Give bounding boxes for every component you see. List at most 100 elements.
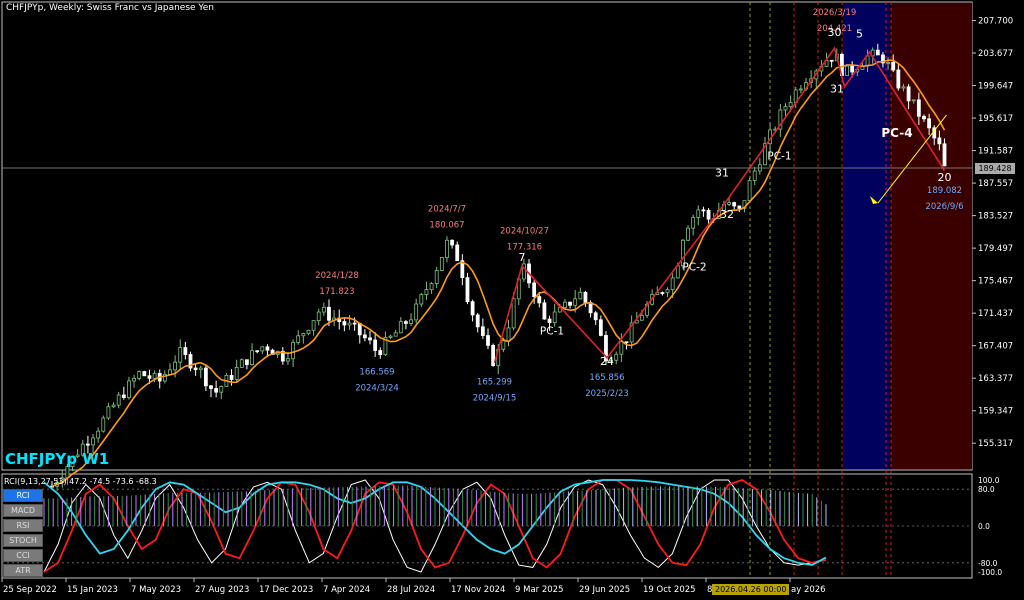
pattern-label: PC-2 <box>682 262 706 274</box>
price-axis-label: 171.437 <box>978 309 1013 319</box>
candle-body <box>583 291 588 303</box>
candle-body <box>624 341 629 344</box>
candle-body <box>896 69 901 89</box>
candle-body <box>327 306 331 321</box>
candle-body <box>470 301 475 316</box>
low-date-label: 2026/9/6 <box>925 202 963 212</box>
candle-body <box>829 59 834 62</box>
candle-body <box>660 292 665 294</box>
tab-macd[interactable]: MACD <box>3 504 43 517</box>
time-axis-label: 28 Jul 2024 <box>387 585 435 595</box>
time-axis-label: 15 Jan 2023 <box>67 585 118 595</box>
candle-body <box>578 291 583 300</box>
candle-body <box>532 282 537 298</box>
oscillator-axis-label: 80.0 <box>978 485 995 494</box>
low-price-label: 166.569 <box>359 367 394 377</box>
candle-body <box>316 311 321 322</box>
candle-body <box>439 257 444 271</box>
candle-body <box>445 239 449 258</box>
low-date-label: 2025/2/23 <box>585 389 629 399</box>
tab-rsi[interactable]: RSI <box>3 519 43 532</box>
candle-body <box>937 137 942 145</box>
low-date-label: 2024/3/24 <box>355 383 399 393</box>
time-axis-label: 17 Nov 2024 <box>451 585 505 595</box>
time-axis-label: 9 Mar 2025 <box>515 585 563 595</box>
time-axis-label: 25 Sep 2022 <box>3 585 57 595</box>
candle-body <box>927 118 932 129</box>
candle-body <box>404 321 408 324</box>
candle-body <box>727 202 731 205</box>
high-date-label: 2024/1/28 <box>315 271 359 281</box>
price-axis-label: 207.700 <box>978 17 1013 27</box>
candle-body <box>419 294 424 305</box>
moving-average-line <box>51 59 946 488</box>
candle-body <box>409 319 413 324</box>
candle-body <box>86 443 90 446</box>
candle-body <box>568 301 572 306</box>
candle-body <box>706 209 711 220</box>
candle-body <box>614 353 619 361</box>
current-price-tag: 189.428 <box>975 163 1015 174</box>
candle-body <box>260 346 265 352</box>
oscillator-axis-label: -100.0 <box>978 568 1002 577</box>
price-axis-label: 175.467 <box>978 277 1013 287</box>
candle-body <box>398 321 403 334</box>
candle-body <box>127 380 131 398</box>
tab-rci[interactable]: RCI <box>3 489 43 502</box>
candle-body <box>306 329 311 334</box>
tab-atr[interactable]: ATR <box>3 564 43 577</box>
candle-body <box>552 311 557 324</box>
candle-body <box>501 340 506 350</box>
pattern-label: PC-1 <box>540 325 564 337</box>
price-axis-label: 159.347 <box>978 407 1013 417</box>
price-axis-label: 155.317 <box>978 439 1013 449</box>
candle-body <box>593 312 598 321</box>
high-date-label: 2024/7/7 <box>428 205 466 215</box>
time-axis-label: 27 Aug 2023 <box>195 585 249 595</box>
candle-body <box>798 88 803 91</box>
price-axis-label: 191.587 <box>978 147 1013 157</box>
candle-body <box>537 296 542 304</box>
price-chart[interactable]: 2024/1/28 171.823 2024/7/7 180.067 2024/10/2… <box>0 0 1024 600</box>
wave-count-label: 32 <box>720 208 734 221</box>
pattern-label: PC-1 <box>767 150 791 162</box>
candle-body <box>563 301 567 309</box>
candle-body <box>250 350 254 365</box>
candle-body <box>234 367 239 380</box>
symbol-watermark: CHFJPYp W1 <box>5 450 110 468</box>
high-date-label: 2024/10/27 <box>500 227 549 237</box>
candle-body <box>450 239 454 246</box>
candle-body <box>347 322 352 326</box>
candle-body <box>465 277 470 303</box>
candle-body <box>665 289 670 294</box>
candle-body <box>511 298 516 329</box>
price-axis-label: 179.497 <box>978 244 1013 254</box>
pattern-label: PC-4 <box>881 126 912 140</box>
wave-count-label: 24 <box>600 355 614 368</box>
candle-body <box>506 327 511 342</box>
candle-body <box>619 341 624 355</box>
candle-body <box>121 394 126 398</box>
candle-body <box>111 404 116 408</box>
candle-body <box>301 333 306 337</box>
candle-body <box>239 359 244 368</box>
time-axis-label: 17 Dec 2023 <box>259 585 313 595</box>
wave-count-label: 7 <box>519 251 526 264</box>
candle-body <box>788 102 793 108</box>
candle-body <box>152 372 157 379</box>
tab-cci[interactable]: CCI <box>3 549 43 562</box>
low-price-label: 189.082 <box>927 186 962 196</box>
price-axis-label: 163.377 <box>978 374 1013 384</box>
candle-body <box>203 367 208 387</box>
time-axis-label: ay 2026 <box>791 585 826 595</box>
low-date-label: 2024/9/15 <box>473 394 517 404</box>
candle-body <box>737 205 742 209</box>
candle-body <box>942 143 947 167</box>
low-price-label: 165.299 <box>477 378 512 388</box>
time-axis-label: 7 May 2023 <box>131 585 181 595</box>
wave-count-label: 20 <box>938 171 952 184</box>
candle-body <box>178 347 183 363</box>
tab-stoch[interactable]: STOCH <box>3 534 43 547</box>
candle-body <box>875 49 880 56</box>
candle-body <box>639 314 644 321</box>
